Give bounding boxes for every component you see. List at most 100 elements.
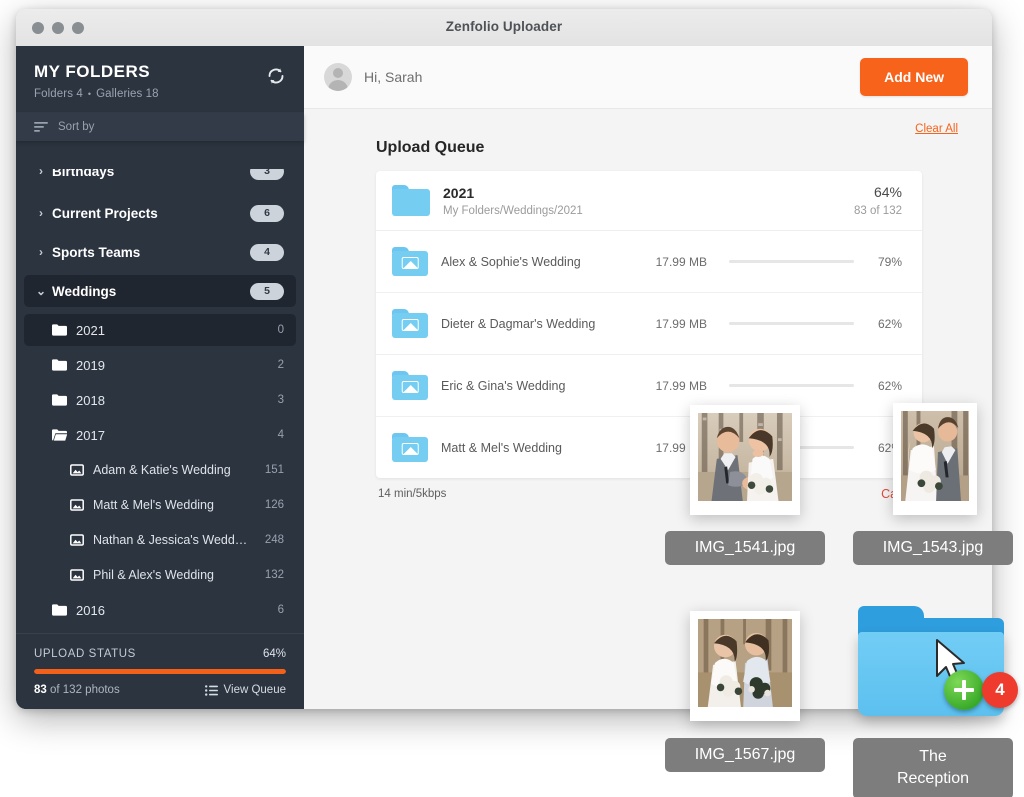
sidebar: MY FOLDERS Folders 4•Galleries 18	[16, 46, 304, 709]
refresh-icon[interactable]	[264, 64, 288, 88]
groom-pointing-at-bride-photo	[698, 413, 792, 501]
queue-row[interactable]: Eric & Gina's Wedding 17.99 MB 62%	[376, 355, 922, 417]
upload-eta: 14 min/5kbps	[378, 488, 446, 500]
tree-item-sports-teams[interactable]: › Sports Teams 4	[24, 236, 296, 268]
queue-row-name: Dieter & Dagmar's Wedding	[441, 317, 637, 331]
tree-item-count: 248	[265, 534, 284, 546]
sidebar-header: MY FOLDERS Folders 4•Galleries 18	[16, 46, 304, 113]
drop-target-folder[interactable]: 4	[856, 606, 1006, 724]
tree-item-label: 2016	[76, 603, 278, 618]
drag-photo-img-1543[interactable]	[893, 403, 977, 515]
chevron-right-icon: ›	[34, 169, 48, 178]
view-queue-button[interactable]: View Queue	[205, 684, 286, 696]
queue-footer: 14 min/5kbps Cancel	[376, 478, 922, 501]
upload-queue-title: Upload Queue	[376, 139, 968, 157]
tree-item-badge: 6	[250, 205, 284, 222]
tree-item-2016[interactable]: 2016 6	[24, 594, 296, 626]
queue-row-progressbar	[729, 322, 854, 325]
main-header: Hi, Sarah Add New	[304, 46, 992, 109]
gallery-image-icon	[70, 534, 84, 546]
sort-icon	[34, 121, 48, 133]
queue-folder-name: 2021	[443, 185, 854, 201]
tree-item-nathan-jessicas-wedding[interactable]: Nathan & Jessica's Wedd… 248	[24, 524, 296, 556]
drag-label-drop-target: The Reception	[853, 738, 1013, 797]
tree-item-label: 2017	[76, 428, 278, 443]
drag-photo-img-1541[interactable]	[690, 405, 800, 515]
queue-row-percent: 62%	[868, 379, 902, 393]
chevron-down-icon: ⌄	[34, 284, 48, 298]
tree-item-label: Matt & Mel's Wedding	[93, 498, 265, 512]
queue-total-count: 83 of 132	[854, 205, 902, 217]
tree-item-count: 2	[278, 359, 284, 371]
upload-status-panel: UPLOAD STATUS 64% 83 of 132 photos	[16, 633, 304, 709]
gallery-folder-icon	[392, 433, 428, 463]
tree-item-2021[interactable]: 2021 0	[24, 314, 296, 346]
screen: Zenfolio Uploader MY FOLDERS Folders 4•G…	[0, 0, 1024, 797]
gallery-folder-icon	[392, 247, 428, 277]
sidebar-subtitle: Folders 4•Galleries 18	[34, 88, 286, 100]
queue-row[interactable]: Matt & Mel's Wedding 17.99 MB 62%	[376, 417, 922, 478]
tree-item-2019[interactable]: 2019 2	[24, 349, 296, 381]
folder-open-icon	[52, 429, 67, 441]
list-icon	[205, 685, 218, 696]
queue-row-size: 17.99 MB	[637, 317, 707, 331]
photos-done-count: 83	[34, 684, 47, 696]
add-new-button[interactable]: Add New	[860, 58, 968, 96]
photos-total-label: of 132 photos	[50, 684, 120, 696]
queue-row-name: Alex & Sophie's Wedding	[441, 255, 637, 269]
chevron-right-icon: ›	[34, 245, 48, 259]
queue-row-progressbar	[729, 384, 854, 387]
tree-item-adam-katies-wedding[interactable]: Adam & Katie's Wedding 151	[24, 454, 296, 486]
queue-row[interactable]: Alex & Sophie's Wedding 17.99 MB 79%	[376, 231, 922, 293]
folder-icon	[52, 394, 67, 406]
queue-header-row: 2021 My Folders/Weddings/2021 64% 83 of …	[376, 171, 922, 231]
tree-item-label: Adam & Katie's Wedding	[93, 463, 265, 477]
tree-item-label: 2018	[76, 393, 278, 408]
window-title: Zenfolio Uploader	[16, 19, 992, 34]
window-titlebar: Zenfolio Uploader	[16, 9, 992, 47]
tree-item-2018[interactable]: 2018 3	[24, 384, 296, 416]
queue-row-size: 17.99 MB	[637, 255, 707, 269]
drag-label-img-1543: IMG_1543.jpg	[853, 531, 1013, 565]
queue-total-percent: 64%	[854, 184, 902, 200]
upload-queue-area: Clear All Upload Queue 2021 My Folders/W…	[304, 109, 992, 501]
folders-count-label: Folders 4	[34, 88, 83, 100]
tree-item-label: Weddings	[52, 284, 250, 299]
tree-item-badge: 4	[250, 244, 284, 261]
tree-item-phil-alexs-wedding[interactable]: Phil & Alex's Wedding 132	[24, 559, 296, 591]
tree-item-count: 6	[278, 604, 284, 616]
page-title: MY FOLDERS	[34, 62, 286, 82]
queue-row-name: Eric & Gina's Wedding	[441, 379, 637, 393]
clear-all-link[interactable]: Clear All	[915, 123, 958, 135]
tree-item-label: Birthdays	[52, 169, 250, 179]
folder-icon	[858, 632, 1004, 716]
tree-item-count: 0	[278, 324, 284, 336]
queue-row-name: Matt & Mel's Wedding	[441, 441, 637, 455]
tree-item-badge: 5	[250, 283, 284, 300]
chevron-right-icon: ›	[34, 206, 48, 220]
tree-item-label: Current Projects	[52, 206, 250, 221]
folder-icon	[392, 185, 430, 216]
drag-label-img-1541: IMG_1541.jpg	[665, 531, 825, 565]
tree-item-count: 4	[278, 429, 284, 441]
queue-row-percent: 62%	[868, 317, 902, 331]
tree-item-current-projects[interactable]: › Current Projects 6	[24, 197, 296, 229]
tree-item-matt-mels-wedding[interactable]: Matt & Mel's Wedding 126	[24, 489, 296, 521]
tree-item-birthdays[interactable]: › Birthdays 3	[24, 169, 296, 187]
bride-and-groom-embracing-photo	[901, 411, 969, 501]
tree-item-2017[interactable]: 2017 4	[24, 419, 296, 451]
drag-photo-img-1567[interactable]	[690, 611, 800, 721]
queue-row[interactable]: Dieter & Dagmar's Wedding 17.99 MB 62%	[376, 293, 922, 355]
queue-row-progressbar	[729, 260, 854, 263]
folder-icon	[52, 604, 67, 616]
subtitle-separator: •	[88, 89, 91, 99]
avatar[interactable]	[324, 63, 352, 91]
greeting-text: Hi, Sarah	[364, 69, 860, 85]
upload-status-percent: 64%	[263, 648, 286, 660]
two-brides-with-bouquets-photo	[698, 619, 792, 707]
sort-by-control[interactable]: Sort by	[16, 113, 304, 141]
upload-queue-card: 2021 My Folders/Weddings/2021 64% 83 of …	[376, 171, 922, 478]
drop-count-badge: 4	[982, 672, 1018, 708]
queue-row-percent: 79%	[868, 255, 902, 269]
tree-item-weddings[interactable]: ⌄ Weddings 5	[24, 275, 296, 307]
